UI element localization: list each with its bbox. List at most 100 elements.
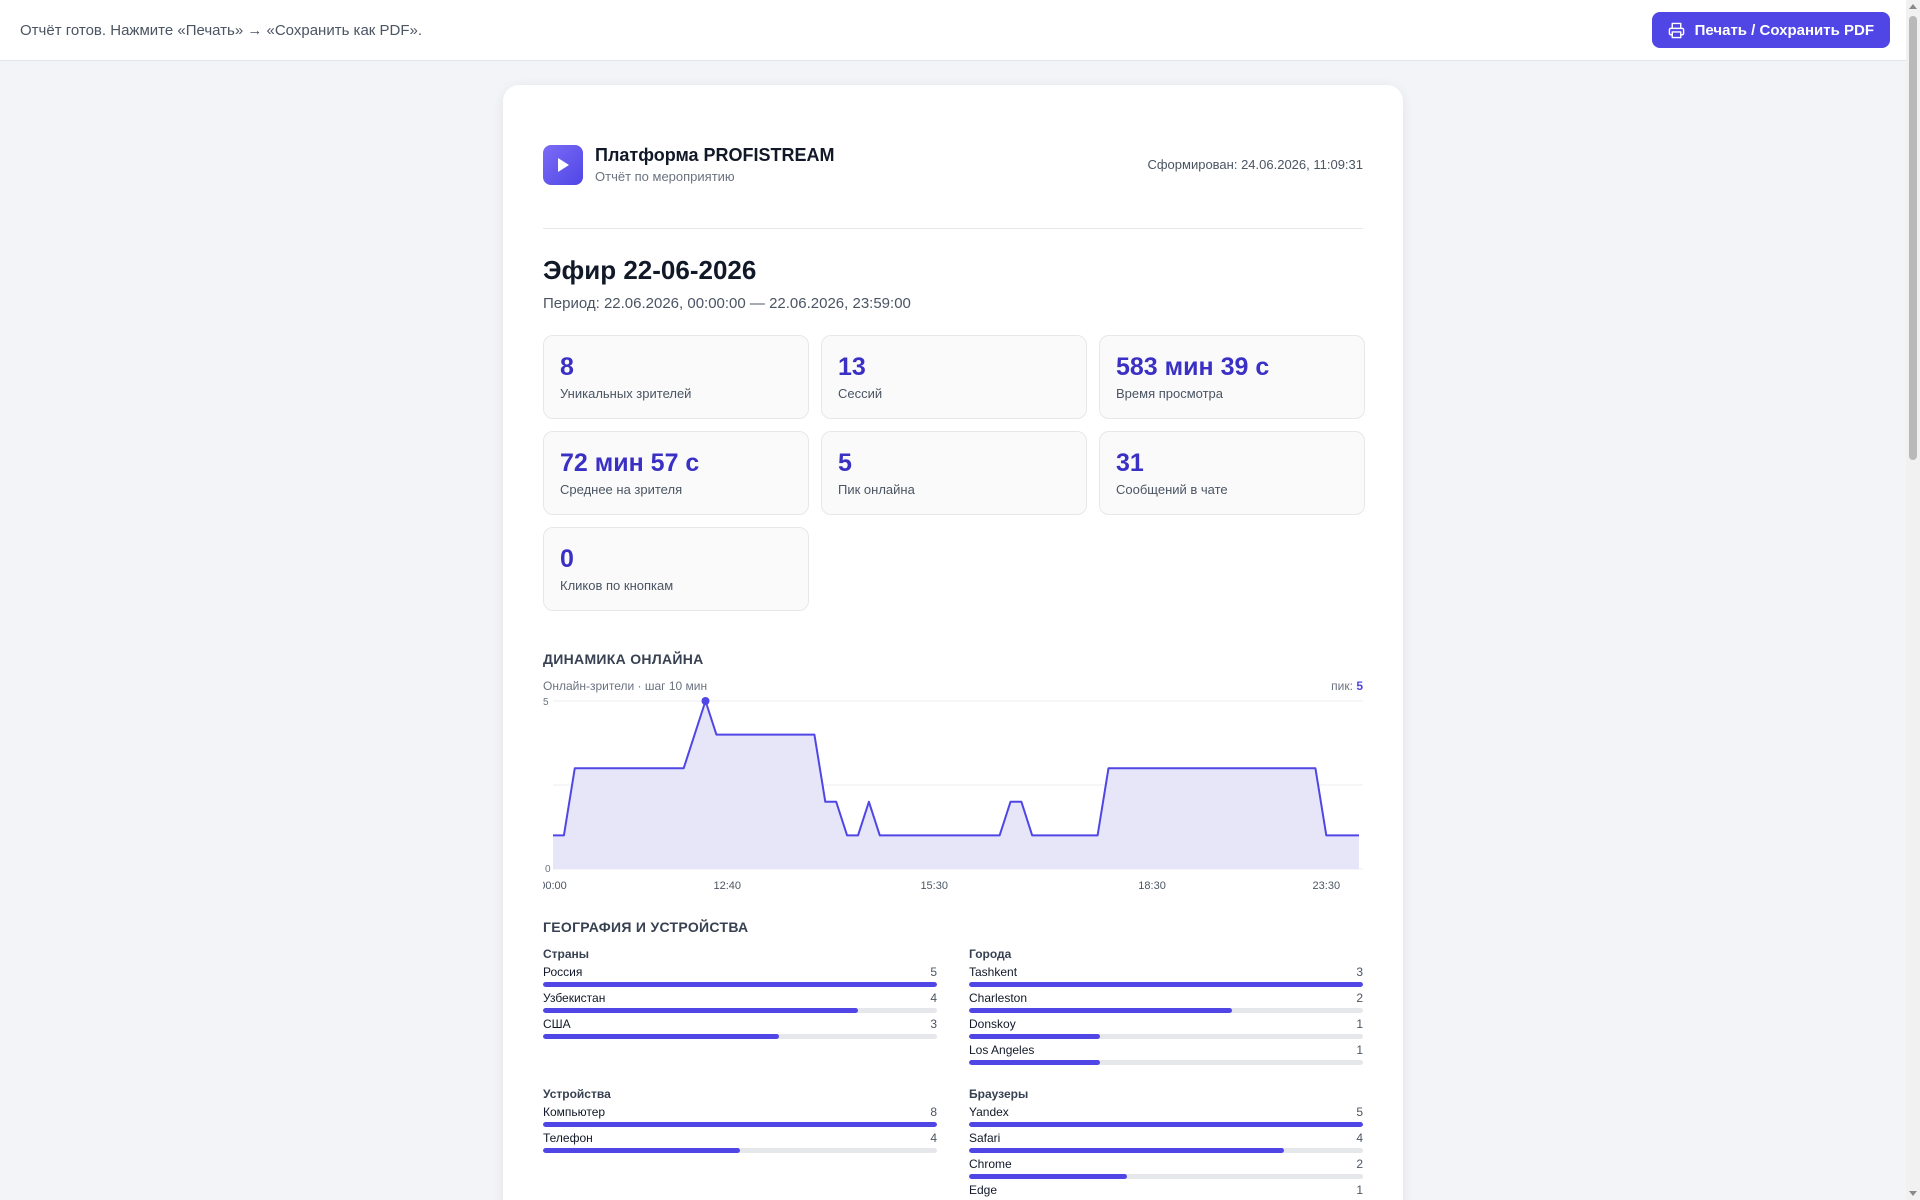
scroll-thumb[interactable]	[1909, 16, 1917, 460]
bar-label: Телефон	[543, 1131, 593, 1145]
peak-value: 5	[1356, 679, 1363, 693]
printer-icon	[1668, 22, 1684, 38]
bar-track	[969, 1174, 1363, 1179]
brand: Платформа PROFISTREAM Отчёт по мероприят…	[543, 144, 835, 185]
y-tick-label: 5	[543, 697, 549, 708]
stat-value: 5	[838, 449, 852, 477]
bar-row: Yandex 5	[969, 1105, 1363, 1131]
event-title: Эфир 22-06-2026	[543, 255, 757, 285]
bar-track	[969, 982, 1363, 987]
bar-row: Donskoy 1	[969, 1017, 1363, 1043]
bar-track	[543, 1122, 937, 1127]
online-dynamics-section: Динамика онлайна Онлайн-зрители · шаг 10…	[543, 651, 1363, 895]
bar-track	[543, 1148, 937, 1153]
report-header: Платформа PROFISTREAM Отчёт по мероприят…	[543, 125, 1363, 229]
platform-logo	[543, 144, 583, 185]
bar-fill	[969, 1034, 1101, 1039]
bar-count: 1	[1356, 1017, 1363, 1031]
bar-label: Donskoy	[969, 1017, 1016, 1031]
bar-label: Chrome	[969, 1157, 1012, 1171]
x-tick-label: 18:30	[1138, 880, 1166, 892]
scroll-down-arrow-icon[interactable]	[1909, 1191, 1917, 1196]
bar-count: 4	[930, 1131, 937, 1145]
bar-track	[969, 1122, 1363, 1127]
section-title-online: Динамика онлайна	[543, 651, 704, 667]
bar-track	[543, 1008, 937, 1013]
scroll-up-arrow-icon[interactable]	[1909, 4, 1917, 9]
bar-count: 3	[1356, 965, 1363, 979]
bar-fill	[543, 1008, 859, 1013]
bar-fill	[969, 1148, 1285, 1153]
bar-row: Safari 4	[969, 1131, 1363, 1157]
bar-row: США 3	[543, 1017, 937, 1043]
bar-track	[969, 1008, 1363, 1013]
bar-track	[969, 1148, 1363, 1153]
group-title: Страны	[543, 947, 590, 961]
bar-label: Los Angeles	[969, 1043, 1035, 1057]
bar-count: 5	[930, 965, 937, 979]
bar-row: Телефон 4	[543, 1131, 937, 1157]
bar-label: США	[543, 1017, 571, 1031]
y-tick-label: 0	[545, 864, 551, 875]
bar-fill	[969, 1008, 1232, 1013]
x-tick-label: 23:30	[1313, 880, 1341, 892]
bar-count: 4	[1356, 1131, 1363, 1145]
stat-value: 13	[838, 353, 866, 381]
stat-card-unique-viewers: 8 Уникальных зрителей	[543, 335, 809, 419]
bar-count: 2	[1356, 991, 1363, 1005]
browsers-group: Браузеры Yandex 5 Safari 4 Chrome 2 Edge 1	[969, 1087, 1363, 1200]
countries-group: Страны Россия 5 Узбекистан 4 США 3	[543, 947, 937, 1087]
bar-row: Tashkent 3	[969, 965, 1363, 991]
bar-track	[969, 1060, 1363, 1065]
bar-row: Edge 1	[969, 1183, 1363, 1200]
geo-grid: Страны Россия 5 Узбекистан 4 США 3 Города Tashke…	[543, 947, 1363, 1200]
stat-value: 72 мин 57 с	[560, 449, 700, 477]
bar-label: Tashkent	[969, 965, 1018, 979]
bar-label: Charleston	[969, 991, 1028, 1005]
bar-fill	[543, 1148, 740, 1153]
stat-card-sessions: 13 Сессий	[821, 335, 1087, 419]
stat-label: Сообщений в чате	[1116, 482, 1228, 497]
stat-label: Уникальных зрителей	[560, 386, 692, 401]
peak-point	[701, 697, 710, 705]
chart-meta: Онлайн-зрители · шаг 10 мин пик: 5	[543, 679, 1363, 693]
stat-card-chat-messages: 31 Сообщений в чате	[1099, 431, 1365, 515]
bar-row: Узбекистан 4	[543, 991, 937, 1017]
stat-value: 0	[560, 545, 574, 573]
bar-fill	[543, 982, 937, 987]
stat-label: Сессий	[838, 386, 883, 401]
bar-label: Россия	[543, 965, 583, 979]
stat-value: 8	[560, 353, 574, 381]
stat-card-watch-time: 583 мин 39 с Время просмотра	[1099, 335, 1365, 419]
bar-row: Chrome 2	[969, 1157, 1363, 1183]
report-card: Платформа PROFISTREAM Отчёт по мероприят…	[503, 85, 1403, 1200]
bar-track	[969, 1034, 1363, 1039]
stat-card-button-clicks: 0 Кликов по кнопкам	[543, 527, 809, 611]
bar-count: 1	[1356, 1043, 1363, 1057]
print-save-pdf-button[interactable]: Печать / Сохранить PDF	[1651, 12, 1890, 48]
bar-count: 5	[1356, 1105, 1363, 1119]
bar-track	[543, 982, 937, 987]
stat-card-avg-per-viewer: 72 мин 57 с Среднее на зрителя	[543, 431, 809, 515]
page-scrollbar[interactable]	[1906, 0, 1920, 1200]
bar-row: Charleston 2	[969, 991, 1363, 1017]
chart-caption: Онлайн-зрители · шаг 10 мин	[543, 679, 708, 693]
bar-fill	[543, 1122, 937, 1127]
report-ready-message: Отчёт готов. Нажмите «Печать» → «Сохрани…	[20, 21, 423, 39]
group-title: Города	[969, 947, 1012, 961]
bar-fill	[969, 1174, 1127, 1179]
stat-label: Пик онлайна	[838, 482, 915, 497]
group-title: Браузеры	[969, 1087, 1029, 1101]
print-button-label: Печать / Сохранить PDF	[1694, 21, 1874, 39]
brand-title: Платформа PROFISTREAM	[595, 145, 835, 165]
bar-fill	[969, 1060, 1101, 1065]
x-tick-label: 00:00	[543, 880, 567, 892]
x-tick-label: 15:30	[920, 880, 948, 892]
bar-row: Россия 5	[543, 965, 937, 991]
group-title: Устройства	[543, 1087, 611, 1101]
stat-label: Время просмотра	[1116, 386, 1224, 401]
bar-track	[543, 1034, 937, 1039]
bar-count: 4	[930, 991, 937, 1005]
generated-timestamp: Сформирован: 24.06.2026, 11:09:31	[1147, 157, 1363, 172]
bar-label: Yandex	[969, 1105, 1009, 1119]
